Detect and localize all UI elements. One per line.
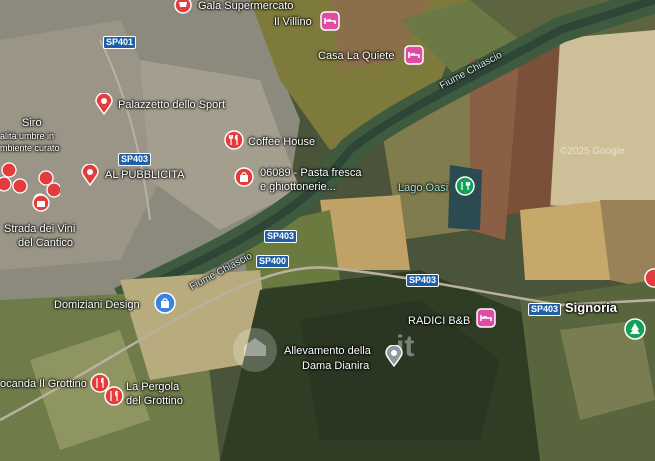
lake-label[interactable]: Lago Oasi (398, 182, 448, 194)
bed-icon[interactable] (320, 11, 340, 36)
location-pin-icon[interactable] (384, 344, 404, 372)
poi-label-line2[interactable]: e ghiottonerie... (260, 181, 336, 193)
restaurant-icon[interactable] (644, 268, 655, 293)
road-shield: SP403 (528, 303, 562, 316)
poi-label[interactable]: La Pergola (126, 381, 179, 393)
bed-icon[interactable] (476, 308, 496, 333)
shopping-bag-icon[interactable] (154, 292, 176, 319)
poi-label[interactable]: Palazzetto dello Sport (118, 99, 225, 111)
road-shield: SP403 (118, 153, 152, 166)
road-shield: SP401 (103, 36, 137, 49)
bed-icon[interactable] (404, 45, 424, 70)
poi-label[interactable]: Strada dei Vini (4, 223, 75, 235)
map-copyright: ©2025 Google (560, 146, 625, 157)
shopping-cart-icon[interactable] (174, 0, 192, 19)
poi-label[interactable]: Siro (22, 117, 42, 129)
tree-icon[interactable] (624, 318, 646, 345)
poi-label-line2: alità umbre in (0, 131, 55, 141)
restaurant-icon[interactable] (0, 160, 62, 211)
place-label-signoria[interactable]: Signoria (565, 301, 617, 314)
poi-label[interactable]: Casa La Quiete (318, 50, 394, 62)
poi-label[interactable]: Allevamento della (284, 345, 371, 357)
poi-label[interactable]: AL PUBBLICITA (105, 169, 184, 181)
location-pin-icon[interactable] (80, 163, 100, 191)
satellite-map[interactable]: it ©2025 Google Fiume Chiascio Fiume Chi… (0, 0, 655, 461)
poi-label[interactable]: Il Villino (274, 16, 312, 28)
poi-label[interactable]: Domiziani Design (54, 299, 140, 311)
poi-label-line3: mbiente curato (0, 143, 60, 153)
poi-label[interactable]: RADICI B&B (408, 315, 470, 327)
poi-label[interactable]: 06089 - Pasta fresca (260, 167, 362, 179)
shopping-bag-icon[interactable] (32, 194, 50, 217)
poi-label-line2[interactable]: del Cantico (18, 237, 73, 249)
poi-label[interactable]: ocanda Il Grottino (0, 378, 87, 390)
poi-label[interactable]: Coffee House (248, 136, 315, 148)
poi-label-line2[interactable]: Dama Dianira (302, 360, 369, 372)
road-shield: SP403 (406, 274, 440, 287)
park-icon[interactable] (455, 176, 475, 201)
poi-label-line2[interactable]: del Grottino (126, 395, 183, 407)
road-shield: SP403 (264, 230, 298, 243)
poi-label[interactable]: Gala Supermercato (198, 0, 293, 12)
road-shield: SP400 (256, 255, 290, 268)
restaurant-icon[interactable] (104, 386, 124, 411)
shopping-bag-icon[interactable] (234, 167, 254, 192)
location-pin-icon[interactable] (94, 92, 114, 120)
restaurant-icon[interactable] (224, 130, 244, 155)
